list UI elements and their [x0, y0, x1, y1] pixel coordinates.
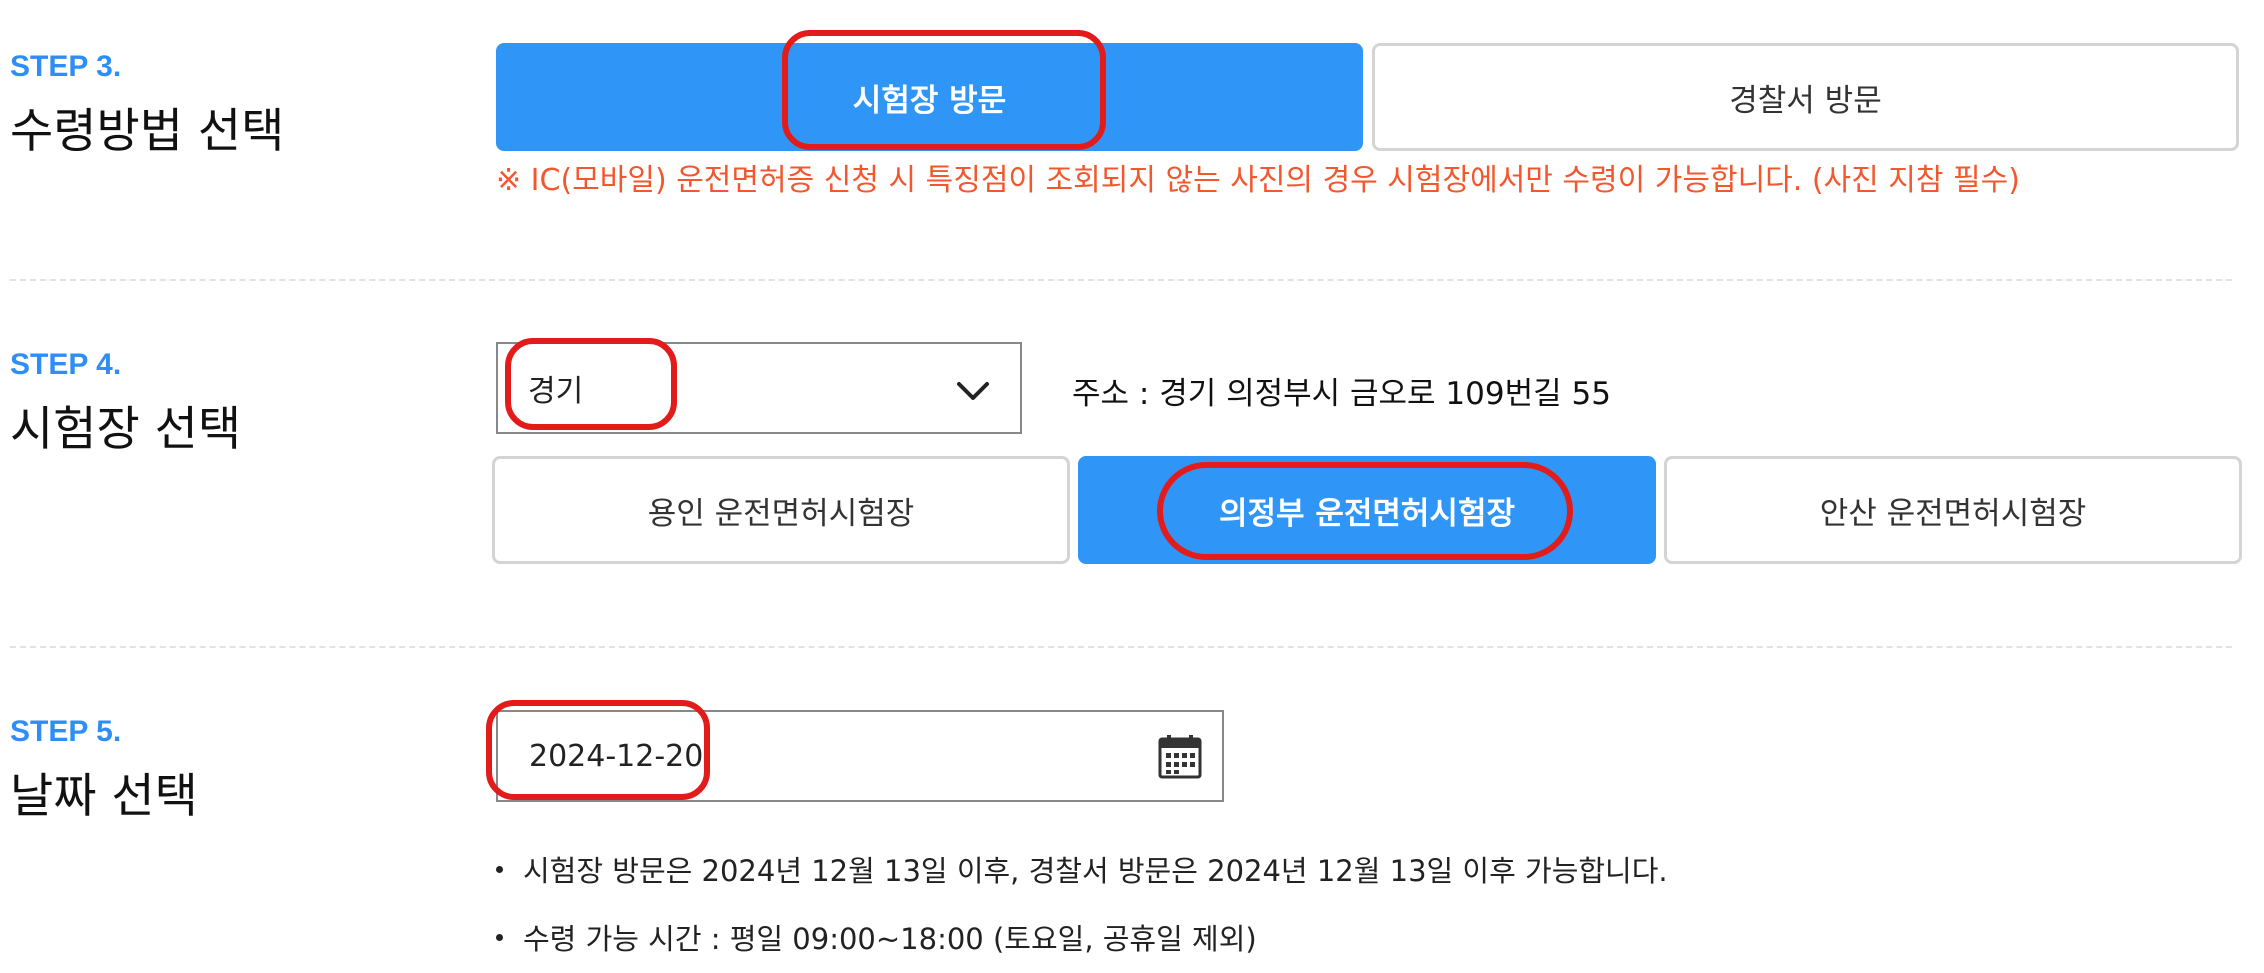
region-select-value: 경기	[528, 374, 584, 409]
date-note-item: 시험장 방문은 2024년 12월 13일 이후, 경찰서 방문은 2024년 …	[496, 848, 1668, 890]
bullet-icon	[496, 865, 503, 873]
date-note-text: 수령 가능 시간 : 평일 09:00~18:00 (토요일, 공휴일 제외)	[523, 922, 1257, 956]
method-police-station-button[interactable]: 경찰서 방문	[1372, 43, 2239, 151]
center-uijeongbu-button[interactable]: 의정부 운전면허시험장	[1078, 456, 1656, 564]
method-test-center-button[interactable]: 시험장 방문	[496, 43, 1363, 151]
step4-label: STEP 4.	[10, 348, 122, 381]
step5-label: STEP 5.	[10, 715, 122, 748]
region-select[interactable]: 경기	[496, 342, 1022, 434]
step4-title: 시험장 선택	[10, 402, 242, 457]
ic-license-notice: ※ IC(모바일) 운전면허증 신청 시 특징점이 조회되지 않는 사진의 경우…	[496, 163, 2020, 198]
center-ansan-button[interactable]: 안산 운전면허시험장	[1664, 456, 2242, 564]
center-address: 주소 : 경기 의정부시 금오로 109번길 55	[1072, 376, 1611, 412]
section-divider	[10, 279, 2232, 281]
date-input[interactable]: 2024-12-20	[496, 710, 1224, 802]
step3-label: STEP 3.	[10, 50, 122, 83]
calendar-icon[interactable]	[1158, 734, 1202, 788]
bullet-icon	[496, 933, 503, 941]
date-note-item: 수령 가능 시간 : 평일 09:00~18:00 (토요일, 공휴일 제외)	[496, 916, 1257, 958]
center-yongin-button[interactable]: 용인 운전면허시험장	[492, 456, 1070, 564]
chevron-down-icon	[956, 375, 990, 410]
date-input-value: 2024-12-20	[529, 738, 704, 774]
date-note-text: 시험장 방문은 2024년 12월 13일 이후, 경찰서 방문은 2024년 …	[523, 854, 1668, 888]
step3-title: 수령방법 선택	[10, 104, 285, 159]
step5-title: 날짜 선택	[10, 769, 198, 824]
section-divider	[10, 646, 2232, 648]
